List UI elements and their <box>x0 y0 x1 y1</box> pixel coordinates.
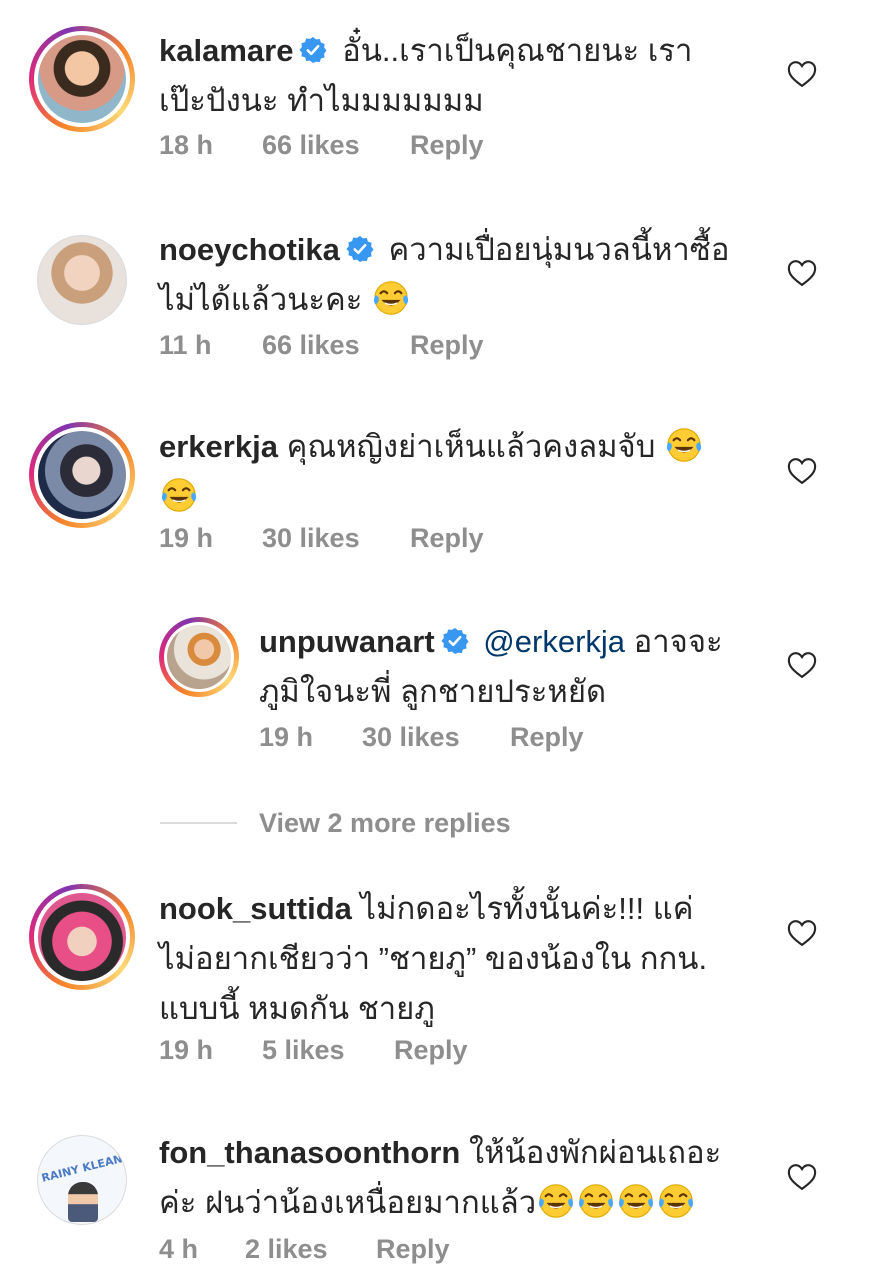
comment-body: ความเปื่อยนุ่มนวลนี้หาซื้อ <box>388 232 730 267</box>
comment-meta: 19 h 30 likes Reply <box>159 523 484 554</box>
comment-likes[interactable]: 30 likes <box>262 523 410 554</box>
face-with-tears-of-joy-icon <box>160 476 198 514</box>
avatar[interactable] <box>37 235 127 325</box>
avatar[interactable] <box>29 884 135 990</box>
face-with-tears-of-joy-icon <box>657 1182 695 1220</box>
comment-meta: 19 h 30 likes Reply <box>259 722 584 753</box>
avatar-logo-text: RAINY KLEAN <box>40 1152 124 1185</box>
comment-meta: 18 h 66 likes Reply <box>159 130 484 161</box>
comment-body: อาจจะ <box>633 624 723 659</box>
like-heart-icon[interactable] <box>787 919 817 947</box>
avatar[interactable] <box>29 26 135 132</box>
comment-time: 19 h <box>159 1035 214 1065</box>
comment-time: 11 h <box>159 330 212 360</box>
username[interactable]: noeychotika <box>159 232 340 267</box>
reply-button[interactable]: Reply <box>410 330 484 361</box>
comment-text: noeychotika ความเปื่อยนุ่มนวลนี้หาซื้อ ไ… <box>159 225 759 325</box>
comment-likes[interactable]: 66 likes <box>262 130 410 161</box>
like-heart-icon[interactable] <box>787 457 817 485</box>
comment-time: 19 h <box>259 722 314 752</box>
comment-time: 4 h <box>159 1234 199 1264</box>
comment-meta: 4 h 2 likes Reply <box>159 1234 450 1265</box>
verified-badge-icon <box>441 627 469 655</box>
face-with-tears-of-joy-icon <box>577 1182 615 1220</box>
reply-button[interactable]: Reply <box>410 130 484 161</box>
comment-body-line2: ค่ะ ฝนว่าน้องเหนื่อยมากแล้ว <box>159 1185 537 1220</box>
username[interactable]: erkerkja <box>159 429 278 464</box>
reply-button[interactable]: Reply <box>410 523 484 554</box>
comment-likes[interactable]: 2 likes <box>245 1234 376 1265</box>
face-with-tears-of-joy-icon <box>372 279 410 317</box>
like-heart-icon[interactable] <box>787 1163 817 1191</box>
comment-text: erkerkja คุณหญิงย่าเห็นแล้วคงลมจับ <box>159 422 759 522</box>
face-with-tears-of-joy-icon <box>537 1182 575 1220</box>
like-heart-icon[interactable] <box>787 60 817 88</box>
comment-text: unpuwanart @erkerkja อาจจะ ภูมิใจนะพี่ ล… <box>259 617 779 717</box>
face-with-tears-of-joy-icon <box>617 1182 655 1220</box>
comment-time: 19 h <box>159 523 214 553</box>
reply-button[interactable]: Reply <box>394 1035 468 1066</box>
comment-meta: 19 h 5 likes Reply <box>159 1035 468 1066</box>
comment-body-line2: เป๊ะปังนะ ทำไมมมมมมม <box>159 83 484 118</box>
comment-text: kalamare อั๋น..เราเป็นคุณชายนะ เรา เป๊ะป… <box>159 26 759 126</box>
divider-line <box>160 822 237 824</box>
verified-badge-icon <box>346 235 374 263</box>
comment-body: คุณหญิงย่าเห็นแล้วคงลมจับ <box>286 429 656 464</box>
comment-time: 18 h <box>159 130 214 160</box>
comment-body-line2: ไม่อยากเชียวว่า ”ชายภู” ของน้องใน กกน. <box>159 941 708 976</box>
reply-button[interactable]: Reply <box>376 1234 450 1265</box>
reply-button[interactable]: Reply <box>510 722 584 753</box>
like-heart-icon[interactable] <box>787 259 817 287</box>
comment-meta: 11 h 66 likes Reply <box>159 330 484 361</box>
comment-likes[interactable]: 30 likes <box>362 722 510 753</box>
view-more-replies-button[interactable]: View 2 more replies <box>160 806 511 840</box>
username[interactable]: nook_suttida <box>159 891 352 926</box>
username[interactable]: unpuwanart <box>259 624 435 659</box>
comment-body: ไม่กดอะไรทั้งนั้นค่ะ!!! แค่ <box>360 891 694 926</box>
comment-likes[interactable]: 5 likes <box>262 1035 394 1066</box>
like-heart-icon[interactable] <box>787 651 817 679</box>
comment-likes[interactable]: 66 likes <box>262 330 410 361</box>
comment-text: fon_thanasoonthorn ให้น้องพักผ่อนเถอะ ค่… <box>159 1128 799 1228</box>
mention-link[interactable]: @erkerkja <box>483 624 625 659</box>
comment-text: nook_suttida ไม่กดอะไรทั้งนั้นค่ะ!!! แค่… <box>159 884 799 1034</box>
view-more-replies-label: View 2 more replies <box>259 807 511 838</box>
comment-body-line2: ภูมิใจนะพี่ ลูกชายประหยัด <box>259 674 607 709</box>
verified-badge-icon <box>299 36 327 64</box>
comment-body: อั๋น..เราเป็นคุณชายนะ เรา <box>342 33 693 68</box>
comment-body: ให้น้องพักผ่อนเถอะ <box>468 1135 722 1170</box>
username[interactable]: kalamare <box>159 33 293 68</box>
avatar[interactable]: RAINY KLEAN <box>37 1135 127 1225</box>
comment-body-line2: ไม่ได้แล้วนะคะ <box>159 282 363 317</box>
username[interactable]: fon_thanasoonthorn <box>159 1135 460 1170</box>
avatar[interactable] <box>29 422 135 528</box>
face-with-tears-of-joy-icon <box>665 426 703 464</box>
comment-body-line3: แบบนี้ หมดกัน ชายภู <box>159 991 435 1026</box>
avatar[interactable] <box>159 617 239 697</box>
